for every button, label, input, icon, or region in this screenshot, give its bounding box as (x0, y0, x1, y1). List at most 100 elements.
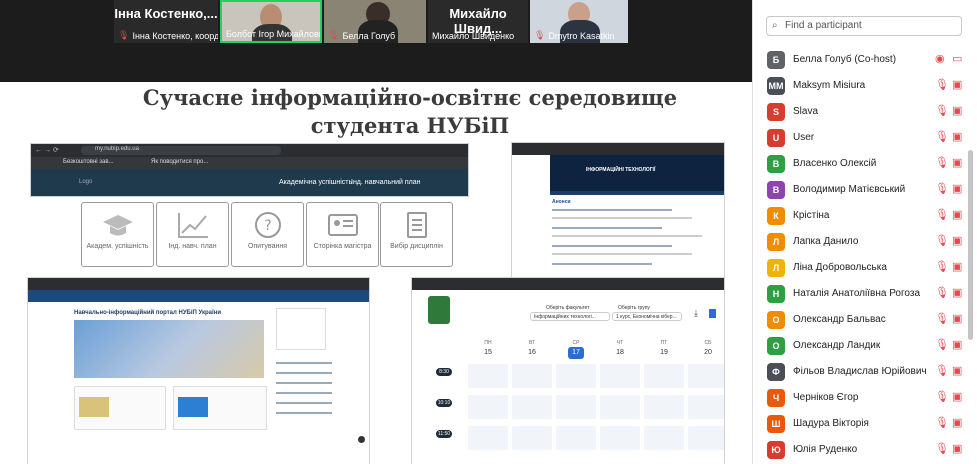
participant-row[interactable]: О Олександр Бальвас 🎙 ▣ (753, 308, 966, 334)
participant-row[interactable]: S Slava 🎙 ▣ (753, 100, 966, 126)
participant-row[interactable]: Б Белла Голуб (Co-host) ◉ ▭ (753, 48, 966, 74)
mic-off-icon[interactable]: 🎙 (935, 364, 949, 377)
participant-name: Maksym Misiura (793, 80, 866, 91)
mic-off-icon[interactable]: 🎙 (935, 260, 949, 273)
site-header: Logo Академічна успішність Інд. навчальн… (31, 169, 468, 196)
video-tile-3[interactable]: 🎙 Белла Голуб (324, 0, 426, 43)
participant-list-scrollbar[interactable] (968, 40, 975, 464)
participant-row[interactable]: В Власенко Олексій 🎙 ▣ (753, 152, 966, 178)
video-tile-1[interactable]: Інна Костенко,... 🎙 Інна Костенко, коорд.… (114, 0, 218, 43)
mic-off-icon[interactable]: 🎙 (935, 416, 949, 429)
group-select: 1 курс, Економічна кібер... (612, 312, 682, 321)
participant-row[interactable]: MM Maksym Misiura 🎙 ▣ (753, 74, 966, 100)
address-bar (512, 143, 724, 155)
mic-off-icon[interactable]: 🎙 (935, 208, 949, 221)
camera-off-icon[interactable]: ▣ (952, 182, 962, 195)
text-line (276, 392, 332, 394)
nav-arrows-icon: ← → ⟳ (35, 147, 59, 154)
camera-off-icon[interactable]: ▣ (952, 286, 962, 299)
participant-row[interactable]: Ш Шадура Вікторія 🎙 ▣ (753, 412, 966, 438)
graduation-cap-icon (102, 215, 133, 236)
camera-off-icon[interactable]: ▣ (952, 364, 962, 377)
camera-off-icon[interactable]: ▣ (952, 390, 962, 403)
mic-off-icon[interactable]: 🎙 (935, 390, 949, 403)
mic-off-icon[interactable]: 🎙 (935, 442, 949, 455)
text-line (552, 253, 692, 255)
address-bar (412, 278, 724, 290)
date-label: 17 (568, 347, 584, 359)
camera-icon[interactable]: ▭ (952, 52, 962, 65)
participant-name: Юлія Руденко (793, 444, 858, 455)
mic-off-icon[interactable]: 🎙 (935, 78, 949, 91)
participant-row[interactable]: Ф Фільов Владислав Юрійович 🎙 ▣ (753, 360, 966, 386)
avatar: О (767, 311, 785, 329)
camera-off-icon[interactable]: ▣ (952, 78, 962, 91)
participant-row[interactable]: О Олександр Ландик 🎙 ▣ (753, 334, 966, 360)
camera-off-icon[interactable]: ▣ (952, 338, 962, 351)
screenshot-portal: Навчально-інформаційний портал НУБіП Укр… (27, 277, 370, 464)
day-label: СР (572, 340, 580, 346)
address-bar: ← → ⟳ my.nubip.edu.ua (31, 144, 468, 157)
participant-search-input[interactable]: ⌕ Find a participant (766, 16, 962, 36)
text-line (276, 412, 332, 414)
video-card (173, 386, 267, 430)
banner-title: ІНФОРМАЦІЙНІ ТЕХНОЛОГІЇ (586, 167, 656, 173)
participant-name: Олександр Бальвас (793, 314, 886, 325)
participant-row[interactable]: U User 🎙 ▣ (753, 126, 966, 152)
lesson-cell (644, 426, 684, 450)
participant-name: Ліна Добровольська (793, 262, 887, 273)
mic-off-icon[interactable]: 🎙 (935, 234, 949, 247)
video-tile-4[interactable]: Михайло Швид... Михайло Швиденко (428, 0, 528, 43)
video-tile-2[interactable]: Болбот Ігор Михайлович (220, 0, 322, 43)
text-line (552, 263, 652, 265)
avatar: Н (767, 285, 785, 303)
camera-off-icon[interactable]: ▣ (952, 312, 962, 325)
mic-off-icon[interactable]: 🎙 (935, 286, 949, 299)
day-label: СБ (704, 340, 712, 346)
recording-icon[interactable]: ◉ (935, 52, 945, 65)
participant-row[interactable]: Н Наталія Анатоліївна Рогоза 🎙 ▣ (753, 282, 966, 308)
mic-off-icon[interactable]: 🎙 (935, 104, 949, 117)
campus-photo (74, 320, 264, 378)
camera-off-icon[interactable]: ▣ (952, 156, 962, 169)
participant-row[interactable]: Л Лапка Данило 🎙 ▣ (753, 230, 966, 256)
scrollbar-thumb[interactable] (968, 150, 973, 340)
camera-off-icon[interactable]: ▣ (952, 208, 962, 221)
text-line (552, 227, 662, 229)
camera-off-icon[interactable]: ▣ (952, 260, 962, 273)
mic-off-icon[interactable]: 🎙 (935, 156, 949, 169)
section-heading: Анонси (552, 199, 571, 205)
lesson-cell (600, 364, 640, 388)
mic-off-icon[interactable]: 🎙 (935, 338, 949, 351)
camera-off-icon[interactable]: ▣ (952, 416, 962, 429)
url-field: my.nubip.edu.ua (81, 146, 281, 155)
mic-off-icon: 🎙 (118, 30, 130, 40)
news-image (79, 397, 109, 417)
avatar: В (767, 155, 785, 173)
participant-row[interactable]: К Крістіна 🎙 ▣ (753, 204, 966, 230)
screenshot-my-nubip: ← → ⟳ my.nubip.edu.ua Безкоштовні зав...… (30, 143, 469, 197)
video-tile-5[interactable]: 🎙 Dmytro Kasatkin (530, 0, 628, 43)
participant-row[interactable]: В Володимир Матієвський 🎙 ▣ (753, 178, 966, 204)
slide-title: Сучасне інформаційно-освітнє середовище … (100, 84, 720, 140)
screenshot-schedule: Оберіть факультет Інформаційних технолог… (411, 277, 725, 464)
camera-off-icon[interactable]: ▣ (952, 130, 962, 143)
camera-off-icon[interactable]: ▣ (952, 104, 962, 117)
mic-off-icon[interactable]: 🎙 (935, 182, 949, 195)
lesson-cell (556, 395, 596, 419)
slide-title-line-1: Сучасне інформаційно-освітнє середовище (142, 85, 678, 110)
camera-off-icon[interactable]: ▣ (952, 234, 962, 247)
avatar: Ш (767, 415, 785, 433)
avatar: S (767, 103, 785, 121)
participant-row[interactable]: Л Ліна Добровольська 🎙 ▣ (753, 256, 966, 282)
mic-off-icon[interactable]: 🎙 (935, 312, 949, 325)
participant-row[interactable]: Ю Юлія Руденко 🎙 ▣ (753, 438, 966, 464)
avatar: Б (767, 51, 785, 69)
mic-off-icon[interactable]: 🎙 (935, 130, 949, 143)
icon-box-label: Сторінка магістра (313, 243, 372, 250)
icon-box-survey: ? Опитування (231, 202, 304, 267)
lesson-cell (688, 395, 724, 419)
camera-off-icon[interactable]: ▣ (952, 442, 962, 455)
participant-row[interactable]: Ч Черніков Єгор 🎙 ▣ (753, 386, 966, 412)
logo: Logo (79, 179, 93, 185)
